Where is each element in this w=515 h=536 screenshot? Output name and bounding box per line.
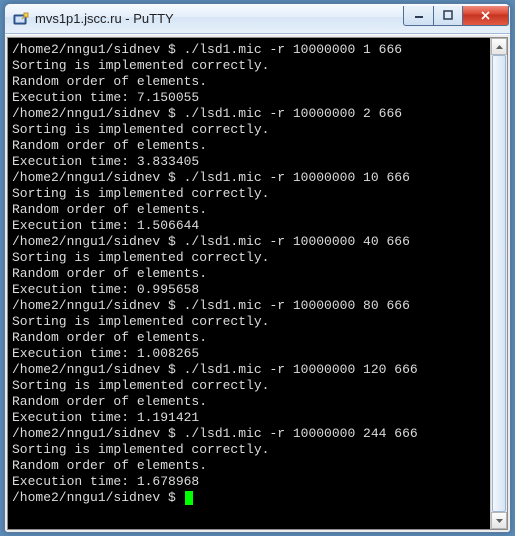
terminal-line: Random order of elements. <box>12 138 488 154</box>
terminal[interactable]: /home2/nngu1/sidnev $ ./lsd1.mic -r 1000… <box>8 38 490 529</box>
terminal-line: Sorting is implemented correctly. <box>12 58 488 74</box>
terminal-line: Sorting is implemented correctly. <box>12 442 488 458</box>
terminal-line: /home2/nngu1/sidnev $ ./lsd1.mic -r 1000… <box>12 234 488 250</box>
scroll-up-button[interactable] <box>491 38 507 55</box>
terminal-line: Sorting is implemented correctly. <box>12 186 488 202</box>
putty-icon <box>13 11 29 27</box>
title-bar[interactable]: mvs1p1.jscc.ru - PuTTY <box>5 4 510 34</box>
scrollbar-track[interactable] <box>491 55 507 512</box>
scrollbar-thumb[interactable] <box>492 55 506 512</box>
terminal-line: /home2/nngu1/sidnev $ ./lsd1.mic -r 1000… <box>12 362 488 378</box>
terminal-line: /home2/nngu1/sidnev $ ./lsd1.mic -r 1000… <box>12 42 488 58</box>
terminal-line: Execution time: 7.150055 <box>12 90 488 106</box>
terminal-line: Execution time: 1.506644 <box>12 218 488 234</box>
terminal-frame: /home2/nngu1/sidnev $ ./lsd1.mic -r 1000… <box>7 37 508 530</box>
maximize-icon <box>443 10 453 20</box>
terminal-line: Execution time: 3.833405 <box>12 154 488 170</box>
maximize-button[interactable] <box>433 6 463 26</box>
client-area: /home2/nngu1/sidnev $ ./lsd1.mic -r 1000… <box>5 34 510 532</box>
window-title: mvs1p1.jscc.ru - PuTTY <box>35 11 397 26</box>
terminal-line: /home2/nngu1/sidnev $ ./lsd1.mic -r 1000… <box>12 298 488 314</box>
terminal-line: Random order of elements. <box>12 202 488 218</box>
minimize-icon <box>414 10 424 20</box>
terminal-line: Random order of elements. <box>12 266 488 282</box>
terminal-line: Sorting is implemented correctly. <box>12 250 488 266</box>
terminal-line: Execution time: 1.191421 <box>12 410 488 426</box>
terminal-line: Sorting is implemented correctly. <box>12 378 488 394</box>
vertical-scrollbar[interactable] <box>490 38 507 529</box>
terminal-line: Execution time: 0.995658 <box>12 282 488 298</box>
terminal-line: Sorting is implemented correctly. <box>12 314 488 330</box>
terminal-line: /home2/nngu1/sidnev $ ./lsd1.mic -r 1000… <box>12 106 488 122</box>
scroll-down-button[interactable] <box>491 512 507 529</box>
terminal-line: Execution time: 1.008265 <box>12 346 488 362</box>
close-icon <box>480 10 491 21</box>
terminal-line: Random order of elements. <box>12 74 488 90</box>
terminal-line: Random order of elements. <box>12 394 488 410</box>
terminal-line: Sorting is implemented correctly. <box>12 122 488 138</box>
chevron-up-icon <box>496 45 503 49</box>
terminal-line: Execution time: 1.678968 <box>12 474 488 490</box>
chevron-down-icon <box>496 519 503 523</box>
window-controls <box>403 6 509 26</box>
terminal-line: Random order of elements. <box>12 458 488 474</box>
putty-window: mvs1p1.jscc.ru - PuTTY /home2/nngu1/sidn… <box>4 3 511 533</box>
terminal-prompt: /home2/nngu1/sidnev $ <box>12 490 488 506</box>
terminal-line: /home2/nngu1/sidnev $ ./lsd1.mic -r 1000… <box>12 170 488 186</box>
cursor <box>185 491 193 505</box>
terminal-line: Random order of elements. <box>12 330 488 346</box>
minimize-button[interactable] <box>403 6 433 26</box>
close-button[interactable] <box>463 6 509 26</box>
terminal-line: /home2/nngu1/sidnev $ ./lsd1.mic -r 1000… <box>12 426 488 442</box>
